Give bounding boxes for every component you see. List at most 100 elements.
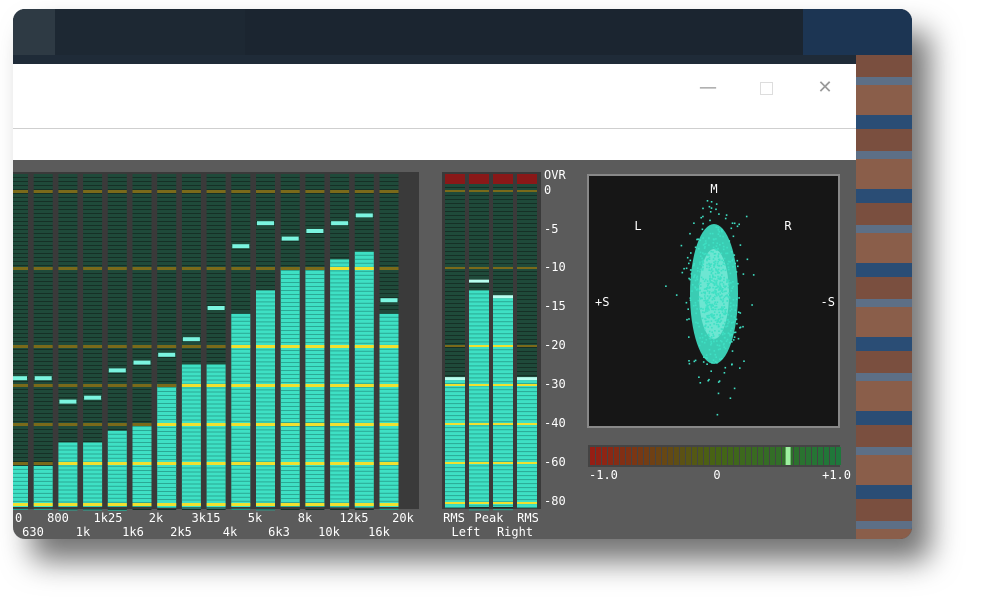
spectrum-segment-gap	[379, 221, 399, 222]
goniometer-sample-dot	[724, 264, 726, 266]
spectrum-segment-gap	[181, 329, 201, 330]
goniometer-sample-dot	[726, 338, 729, 341]
spectrum-segment-gap	[83, 281, 103, 282]
spectrum-segment-gap	[379, 416, 399, 418]
spectrum-segment-gap	[107, 473, 127, 475]
meter-segment-gap	[493, 481, 513, 483]
goniometer-sample-dot	[714, 295, 716, 298]
meter-segment-gap	[517, 287, 537, 288]
spectrum-segment-gap	[157, 399, 177, 400]
spectrum-grid-line	[256, 462, 275, 465]
spectrum-segment-gap	[58, 297, 78, 298]
spectrum-segment-gap	[132, 201, 152, 202]
spectrum-segment-gap	[58, 213, 78, 214]
spectrum-segment-gap	[330, 189, 350, 190]
spectrum-segment-gap	[13, 397, 28, 398]
spectrum-segment-gap	[58, 437, 78, 438]
meter-segment-gap	[469, 409, 489, 411]
meter-segment-gap	[469, 313, 489, 315]
meter-segment-gap	[469, 227, 489, 228]
spectrum-segment-gap	[330, 394, 350, 396]
spectrum-segment-gap	[305, 181, 325, 182]
spectrum-segment-gap	[13, 421, 28, 422]
spectrum-segment-gap	[379, 508, 399, 510]
spectrum-segment-gap	[354, 225, 374, 226]
spectrum-segment-gap	[33, 177, 53, 178]
spectrum-segment-gap	[206, 181, 226, 182]
spectrum-segment-gap	[83, 265, 103, 266]
spectrum-segment-gap	[280, 354, 300, 355]
spectrum-segment-gap	[107, 365, 127, 366]
spectrum-segment-gap	[206, 321, 226, 322]
spectrum-segment-gap	[157, 499, 177, 500]
spectrum-segment-gap	[107, 321, 127, 322]
close-button[interactable]: ✕	[805, 74, 845, 102]
spectrum-grid-line	[58, 503, 78, 506]
spectrum-segment-gap	[330, 185, 350, 186]
goniometer-sample-dot	[726, 325, 729, 327]
spectrum-segment-gap	[354, 426, 374, 428]
goniometer-sample-dot	[719, 348, 721, 350]
spectrum-segment-gap	[280, 358, 300, 359]
meter-segment-gap	[493, 235, 513, 236]
spectrum-segment-gap	[354, 438, 374, 440]
spectrum-segment-gap	[132, 458, 152, 459]
meter-segment-gap	[517, 295, 537, 296]
meter-segment-gap	[469, 493, 489, 495]
goniometer-sample-dot	[713, 256, 716, 258]
spectrum-segment-gap	[354, 390, 374, 392]
spectrum-segment-gap	[206, 357, 226, 358]
spectrum-segment-gap	[107, 197, 127, 198]
spectrum-segment-gap	[256, 193, 275, 194]
spectrum-segment-gap	[305, 197, 325, 198]
meter-segment-gap	[445, 455, 465, 457]
spectrum-segment-gap	[58, 365, 78, 366]
spectrum-segment-gap	[231, 508, 251, 510]
spectrum-segment-gap	[206, 443, 226, 445]
meter-label-rms-left: RMS	[443, 511, 465, 525]
meter-segment-gap	[469, 397, 489, 399]
spectrum-segment-gap	[206, 447, 226, 449]
meter-segment-gap	[517, 187, 537, 188]
spectrum-segment-gap	[58, 397, 78, 398]
spectrum-segment-gap	[280, 454, 300, 455]
spectrum-segment-gap	[181, 495, 201, 497]
spectrum-segment-gap	[305, 426, 325, 427]
meter-segment-gap	[517, 339, 537, 340]
goniometer-sample-dot	[713, 282, 715, 285]
spectrum-segment-gap	[13, 429, 28, 430]
meter-segment-gap	[469, 349, 489, 351]
spectrum-segment-gap	[33, 221, 53, 222]
spectrum-segment-gap	[181, 467, 201, 469]
goniometer-sample-dot	[723, 346, 725, 348]
goniometer-sample-dot	[735, 298, 738, 301]
spectrum-segment-gap	[305, 414, 325, 415]
correlation-segment	[614, 447, 619, 465]
spectrum-segment-gap	[330, 509, 350, 510]
spectrum-segment-gap	[354, 378, 374, 380]
spectrum-grid-line	[206, 384, 226, 387]
spectrum-peak-marker	[13, 376, 27, 381]
spectrum-level-bar	[157, 384, 177, 507]
meter-grid-line	[517, 462, 537, 464]
spectrum-segment-gap	[256, 413, 275, 415]
spectrum-segment-gap	[256, 209, 275, 210]
spectrum-segment-gap	[280, 265, 300, 266]
meter-segment-gap	[469, 433, 489, 435]
goniometer-sample-dot	[727, 313, 729, 316]
spectrum-segment-gap	[280, 502, 300, 503]
spectrum-segment-gap	[13, 325, 28, 326]
goniometer-sample-dot	[708, 262, 710, 265]
spectrum-segment-gap	[157, 369, 177, 370]
maximize-button[interactable]	[746, 74, 786, 102]
spectrum-segment-gap	[132, 197, 152, 198]
meter-segment-gap	[445, 231, 465, 232]
title-bar[interactable]: — ✕	[13, 64, 856, 128]
goniometer-sample-dot	[701, 336, 704, 339]
meter-segment-gap	[517, 355, 537, 356]
spectrum-grid-line	[58, 267, 78, 270]
spectrum-segment-gap	[157, 403, 177, 404]
spectrum-segment-gap	[206, 177, 226, 178]
minimize-button[interactable]: —	[688, 74, 728, 102]
correlation-segment	[626, 447, 631, 465]
